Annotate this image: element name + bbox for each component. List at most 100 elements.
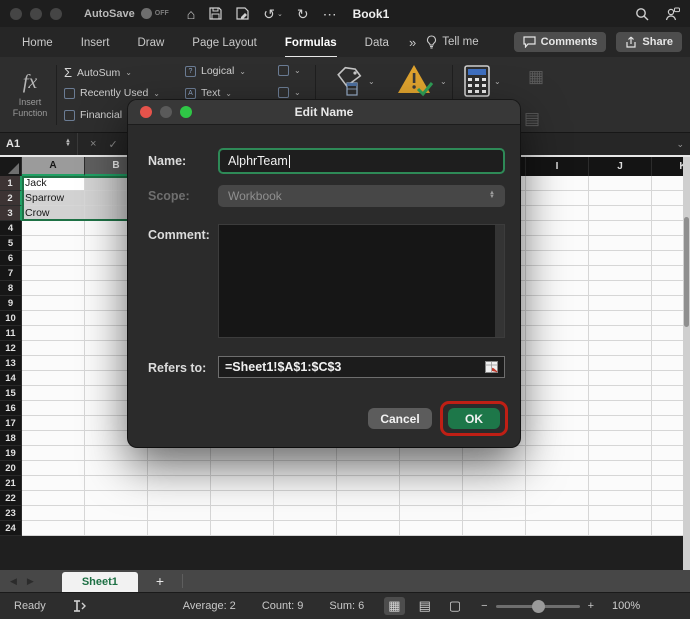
- save-icon[interactable]: [209, 7, 222, 20]
- row-header-12[interactable]: 12: [0, 341, 22, 356]
- grid-cell-j1[interactable]: [589, 176, 652, 191]
- grid-cell-f23[interactable]: [337, 506, 400, 521]
- grid-cell-e22[interactable]: [274, 491, 337, 506]
- vertical-scrollbar-thumb[interactable]: [684, 217, 689, 327]
- grid-cell-a6[interactable]: [22, 251, 85, 266]
- autosum-button[interactable]: Σ AutoSum ⌄: [64, 65, 132, 80]
- comment-scrollbar[interactable]: [495, 225, 504, 337]
- grid-cell-i11[interactable]: [526, 326, 589, 341]
- grid-cell-k22[interactable]: [652, 491, 683, 506]
- row-header-7[interactable]: 7: [0, 266, 22, 281]
- grid-cell-g22[interactable]: [400, 491, 463, 506]
- sheet-tab-sheet1[interactable]: Sheet1: [62, 572, 138, 592]
- grid-cell-k16[interactable]: [652, 401, 683, 416]
- share-contact-icon[interactable]: [665, 7, 680, 21]
- grid-cell-j10[interactable]: [589, 311, 652, 326]
- cancel-entry-icon[interactable]: ×: [90, 138, 96, 150]
- grid-cell-j16[interactable]: [589, 401, 652, 416]
- grid-cell-i22[interactable]: [526, 491, 589, 506]
- page-layout-view-button[interactable]: ▤: [415, 597, 435, 615]
- grid-cell-d22[interactable]: [211, 491, 274, 506]
- grid-cell-a12[interactable]: [22, 341, 85, 356]
- calculation-options-button[interactable]: ⌄: [464, 65, 501, 97]
- grid-cell-a19[interactable]: [22, 446, 85, 461]
- grid-cell-i13[interactable]: [526, 356, 589, 371]
- grid-cell-j23[interactable]: [589, 506, 652, 521]
- recently-used-button[interactable]: Recently Used ⌄: [64, 87, 160, 99]
- dialog-titlebar[interactable]: Edit Name: [128, 100, 520, 125]
- grid-cell-g24[interactable]: [400, 521, 463, 536]
- row-header-8[interactable]: 8: [0, 281, 22, 296]
- grid-cell-b21[interactable]: [85, 476, 148, 491]
- grid-cell-g23[interactable]: [400, 506, 463, 521]
- grid-cell-j13[interactable]: [589, 356, 652, 371]
- grid-cell-k6[interactable]: [652, 251, 683, 266]
- window-close-button[interactable]: [10, 8, 22, 20]
- tab-data[interactable]: Data: [365, 31, 389, 58]
- tab-home[interactable]: Home: [22, 31, 53, 58]
- grid-cell-k20[interactable]: [652, 461, 683, 476]
- function-category-chevron-icon-2[interactable]: ⌄: [294, 88, 301, 97]
- select-all-corner[interactable]: [0, 157, 22, 176]
- tab-page-layout[interactable]: Page Layout: [192, 31, 257, 58]
- grid-cell-d20[interactable]: [211, 461, 274, 476]
- grid-cell-k2[interactable]: [652, 191, 683, 206]
- grid-cell-i14[interactable]: [526, 371, 589, 386]
- recently-used-chevron-icon[interactable]: ⌄: [153, 89, 160, 98]
- grid-cell-k14[interactable]: [652, 371, 683, 386]
- grid-cell-j20[interactable]: [589, 461, 652, 476]
- text-function-button[interactable]: A Text ⌄: [185, 87, 232, 99]
- row-header-19[interactable]: 19: [0, 446, 22, 461]
- grid-cell-e21[interactable]: [274, 476, 337, 491]
- function-category-dropdown[interactable]: ⌄: [278, 65, 301, 76]
- grid-cell-b22[interactable]: [85, 491, 148, 506]
- grid-cell-k9[interactable]: [652, 296, 683, 311]
- grid-cell-k11[interactable]: [652, 326, 683, 341]
- page-break-view-button[interactable]: ▢: [445, 597, 465, 615]
- zoom-in-button[interactable]: +: [588, 600, 594, 612]
- grid-cell-i19[interactable]: [526, 446, 589, 461]
- grid-cell-d23[interactable]: [211, 506, 274, 521]
- tab-formulas[interactable]: Formulas: [285, 31, 337, 58]
- tab-draw[interactable]: Draw: [137, 31, 164, 58]
- grid-cell-g20[interactable]: [400, 461, 463, 476]
- row-header-20[interactable]: 20: [0, 461, 22, 476]
- row-header-3[interactable]: 3: [0, 206, 22, 221]
- redo-icon[interactable]: ↻: [297, 7, 309, 21]
- window-zoom-button[interactable]: [50, 8, 62, 20]
- formula-bar-expand-icon[interactable]: ⌄: [676, 139, 684, 150]
- grid-cell-j8[interactable]: [589, 281, 652, 296]
- column-header-k[interactable]: K: [652, 157, 683, 176]
- row-header-4[interactable]: 4: [0, 221, 22, 236]
- error-checking-button[interactable]: ⌄: [396, 63, 447, 99]
- confirm-entry-icon[interactable]: ✓: [108, 138, 117, 151]
- grid-cell-i10[interactable]: [526, 311, 589, 326]
- name-box-spinner[interactable]: ▲ ▼: [65, 140, 71, 147]
- grid-cell-j18[interactable]: [589, 431, 652, 446]
- grid-cell-a20[interactable]: [22, 461, 85, 476]
- grid-cell-k18[interactable]: [652, 431, 683, 446]
- grid-cell-i5[interactable]: [526, 236, 589, 251]
- grid-cell-c22[interactable]: [148, 491, 211, 506]
- grid-cell-a8[interactable]: [22, 281, 85, 296]
- grid-cell-a15[interactable]: [22, 386, 85, 401]
- save-as-icon[interactable]: [236, 7, 249, 20]
- grid-cell-g21[interactable]: [400, 476, 463, 491]
- error-checking-chevron-icon[interactable]: ⌄: [440, 77, 447, 86]
- grid-cell-j22[interactable]: [589, 491, 652, 506]
- undo-chevron-icon[interactable]: ⌄: [277, 10, 283, 18]
- grid-cell-j17[interactable]: [589, 416, 652, 431]
- name-box[interactable]: A1 ▲ ▼: [0, 133, 78, 155]
- row-header-5[interactable]: 5: [0, 236, 22, 251]
- grid-cell-k1[interactable]: [652, 176, 683, 191]
- normal-view-button[interactable]: ▦: [384, 597, 404, 615]
- cancel-button[interactable]: Cancel: [368, 408, 432, 429]
- grid-cell-e24[interactable]: [274, 521, 337, 536]
- grid-cell-j6[interactable]: [589, 251, 652, 266]
- zoom-out-button[interactable]: −: [481, 600, 487, 612]
- grid-cell-j21[interactable]: [589, 476, 652, 491]
- column-header-a[interactable]: A: [22, 157, 85, 176]
- grid-cell-k19[interactable]: [652, 446, 683, 461]
- grid-cell-d19[interactable]: [211, 446, 274, 461]
- row-header-14[interactable]: 14: [0, 371, 22, 386]
